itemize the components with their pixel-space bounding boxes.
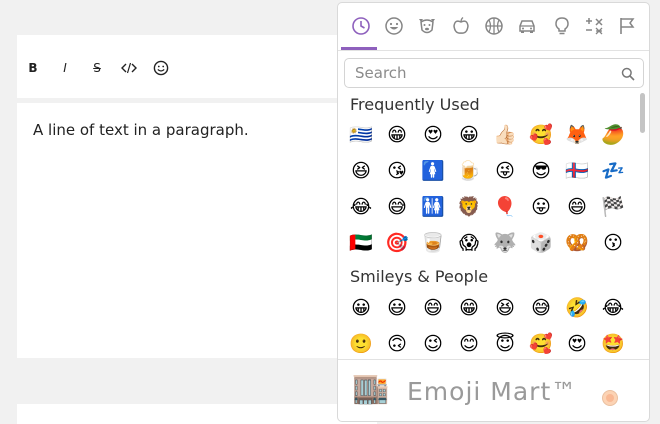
emoji-button[interactable]: 🥃 (415, 225, 451, 261)
anchor-food[interactable] (450, 15, 472, 37)
recent-icon (352, 17, 370, 35)
emoji-button[interactable]: 🥰 (523, 117, 559, 153)
category-anchors (338, 3, 649, 51)
emoji-button[interactable]: 😄 (415, 290, 451, 326)
emoji-button[interactable]: 😱 (451, 225, 487, 261)
emoji-button[interactable]: 🤣 (559, 290, 595, 326)
anchor-recent[interactable] (350, 15, 372, 37)
strikethrough-button[interactable]: S (84, 55, 110, 81)
animals-icon (419, 19, 435, 34)
emoji-button[interactable]: 😄 (559, 189, 595, 225)
emoji-button[interactable]: 😃 (379, 290, 415, 326)
emoji-button[interactable]: 😆 (487, 290, 523, 326)
search-box (344, 58, 644, 88)
emoji-button[interactable]: 😀 (451, 117, 487, 153)
emoji-button[interactable]: 😇 (487, 326, 523, 359)
emoji-button[interactable]: 🙂 (343, 326, 379, 359)
emoji-button[interactable]: 🙃 (379, 326, 415, 359)
emoji-button[interactable]: 🥭 (595, 117, 631, 153)
emoji-button[interactable]: 🍺 (451, 153, 487, 189)
emoji-button[interactable]: 🥰 (523, 326, 559, 359)
anchor-flags[interactable] (616, 15, 638, 37)
emoji-button[interactable]: 🎈 (487, 189, 523, 225)
travel-icon (519, 20, 535, 33)
search-input[interactable] (345, 59, 615, 87)
emoji-button[interactable]: 🇫🇴 (559, 153, 595, 189)
skin-tone-selector[interactable] (602, 390, 618, 406)
editor-content[interactable]: A line of text in a paragraph. (17, 103, 377, 358)
emoji-button[interactable]: 😆 (343, 153, 379, 189)
emoji-scroll-area[interactable]: Frequently Used 🇺🇾 😁 😍 😀 👍🏻 🥰 🦊 🥭 😆 😘 🚺 🍺 😜 😎 🇫🇴 💤 😂 😅 🚻 🦁 🎈… (338, 91, 649, 359)
emoji-button[interactable]: 🐺 (487, 225, 523, 261)
paragraph: A line of text in a paragraph. (33, 121, 249, 139)
code-button[interactable] (116, 55, 142, 81)
emoji-button[interactable]: 🥨 (559, 225, 595, 261)
emoji-button[interactable]: 🚺 (415, 153, 451, 189)
code-icon (121, 62, 137, 74)
emoji-button[interactable]: 😗 (595, 225, 631, 261)
anchor-smileys[interactable] (383, 15, 405, 37)
anchor-objects[interactable] (551, 15, 573, 37)
symbols-icon (586, 18, 603, 35)
emoji-button[interactable]: 🦊 (559, 117, 595, 153)
anchor-symbols[interactable] (583, 15, 605, 37)
emoji-picker: Frequently Used 🇺🇾😁😍😀👍🏻🥰🦊🥭😆😘🚺🍺😜😎🇫🇴💤😂😅🚻🦁🎈… (337, 2, 650, 422)
emoji-button[interactable]: 😉 (415, 326, 451, 359)
smiley-icon (153, 60, 169, 76)
emoji-button[interactable]: 😂 (595, 290, 631, 326)
smileys-icon (385, 17, 403, 35)
emoji-button[interactable]: 🤩 (595, 326, 631, 359)
preview-emoji: 🏬 (352, 371, 390, 406)
category-label-frequent: Frequently Used (350, 95, 480, 114)
editor-toolbar: B I S (17, 35, 377, 98)
bold-button[interactable]: B (20, 55, 46, 81)
emoji-button[interactable]: 🎲 (523, 225, 559, 261)
emoji-button[interactable]: 🇦🇪 (343, 225, 379, 261)
flags-icon (620, 18, 635, 34)
preview-title: Emoji Mart™ (407, 377, 578, 406)
emoji-button[interactable]: 😛 (523, 189, 559, 225)
emoji-button[interactable]: 😜 (487, 153, 523, 189)
emoji-button[interactable]: 😂 (343, 189, 379, 225)
emoji-button[interactable]: 😁 (451, 290, 487, 326)
preview-bar: 🏬 Emoji Mart™ (338, 359, 649, 421)
emoji-button[interactable]: 😍 (415, 117, 451, 153)
emoji-button[interactable]: 🎯 (379, 225, 415, 261)
next-card (17, 404, 377, 424)
objects-icon (555, 17, 569, 35)
italic-button[interactable]: I (52, 55, 78, 81)
emoji-button[interactable]: 🦁 (451, 189, 487, 225)
emoji-button[interactable]: 😅 (379, 189, 415, 225)
emoji-button[interactable]: 😍 (559, 326, 595, 359)
emoji-grid-smileys: 😀 😃 😄 😁 😆 😅 🤣 😂 🙂 🙃 😉 😊 😇 🥰 😍 🤩 (343, 290, 633, 359)
emoji-button[interactable]: 😘 (379, 153, 415, 189)
anchor-animals[interactable] (416, 15, 438, 37)
search-icon (621, 67, 635, 81)
active-anchor-indicator (341, 47, 377, 50)
anchor-activity[interactable] (483, 15, 505, 37)
emoji-button[interactable]: 😁 (379, 117, 415, 153)
emoji-button[interactable]: 👍🏻 (487, 117, 523, 153)
activity-icon (485, 17, 503, 35)
emoji-button[interactable]: 😎 (523, 153, 559, 189)
scrollbar[interactable] (640, 93, 645, 133)
emoji-button[interactable] (148, 55, 174, 81)
emoji-button[interactable]: 😀 (343, 290, 379, 326)
category-label-smileys: Smileys & People (350, 267, 489, 286)
emoji-button[interactable]: 😅 (523, 290, 559, 326)
food-icon (453, 16, 469, 34)
emoji-button[interactable]: 💤 (595, 153, 631, 189)
emoji-grid-frequent: 🇺🇾 😁 😍 😀 👍🏻 🥰 🦊 🥭 😆 😘 🚺 🍺 😜 😎 🇫🇴 💤 😂 😅 🚻 🦁 🎈 😛 😄 🏁 🇦🇪 🎯 🥃 😱 🐺 🎲 🥨 😗 (343, 117, 633, 261)
emoji-button[interactable]: 🏁 (595, 189, 631, 225)
emoji-button[interactable]: 🚻 (415, 189, 451, 225)
anchor-travel[interactable] (516, 15, 538, 37)
emoji-button[interactable]: 🇺🇾 (343, 117, 379, 153)
emoji-button[interactable]: 😊 (451, 326, 487, 359)
